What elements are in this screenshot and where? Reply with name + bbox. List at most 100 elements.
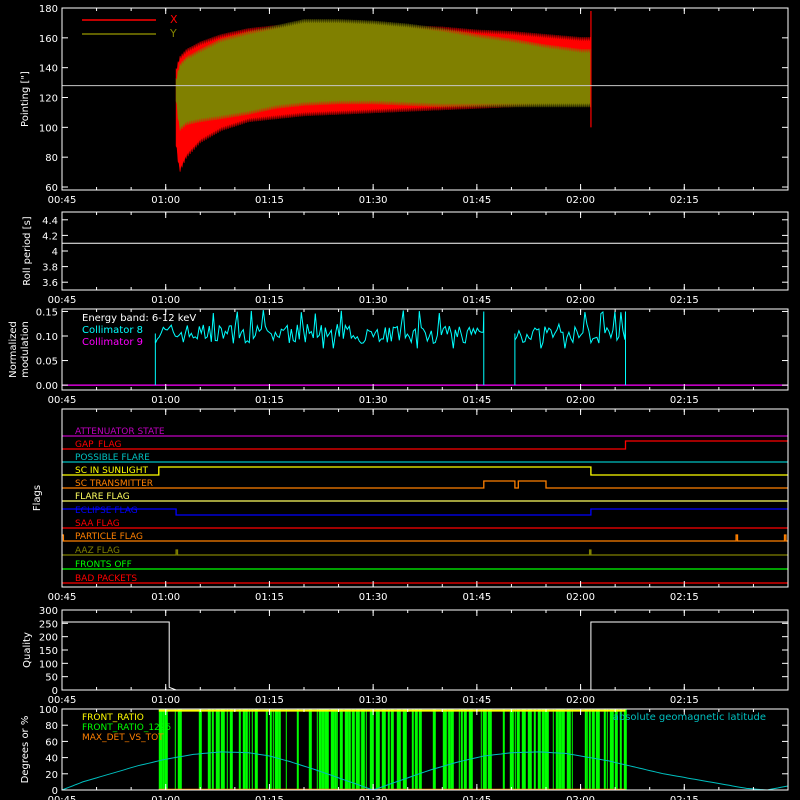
- y-tick-label: 20: [45, 770, 58, 781]
- front-ratio-1225-bar: [211, 709, 214, 790]
- y-tick-label: 3.6: [42, 278, 58, 289]
- y-tick-label: 80: [45, 721, 58, 732]
- x-tick-label: 02:00: [566, 295, 595, 306]
- y-axis-label: Degrees or %: [20, 716, 31, 784]
- front-ratio-1225-bar: [351, 709, 355, 790]
- x-tick-label: 01:30: [359, 695, 388, 706]
- x-tick-label: 01:15: [255, 395, 284, 406]
- x-tick-label: 01:45: [462, 795, 491, 800]
- front-ratio-1225-bar: [566, 709, 571, 790]
- flag-label: PARTICLE FLAG: [75, 532, 143, 542]
- front-ratio-1225-bar: [387, 709, 390, 790]
- y-tick-label: 80: [45, 153, 58, 164]
- y-tick-label: 300: [39, 606, 58, 617]
- flag-label: FLARE FLAG: [75, 492, 130, 502]
- x-tick-label: 01:30: [359, 592, 388, 603]
- x-tick-label: 01:00: [151, 592, 180, 603]
- front-ratio-1225-bar: [215, 709, 220, 790]
- front-ratio-1225-bar: [533, 709, 536, 790]
- front-ratio-1225-bar: [487, 709, 492, 790]
- x-tick-label: 01:45: [462, 295, 491, 306]
- front-ratio-1225-bar: [355, 709, 360, 790]
- front-ratio-1225-bar: [296, 709, 299, 790]
- y-axis-label: Flags: [32, 485, 43, 511]
- flag-label: GAP_FLAG: [75, 440, 121, 450]
- front-ratio-1225-bar: [460, 709, 463, 790]
- front-ratio-1225-bar: [502, 709, 505, 790]
- front-ratio-1225-bar: [509, 709, 514, 790]
- x-tick-label: 01:00: [151, 795, 180, 800]
- front-ratio-1225-bar: [251, 709, 253, 790]
- x-tick-label: 01:15: [255, 295, 284, 306]
- x-tick-label: 02:15: [670, 695, 699, 706]
- front-ratio-1225-bar: [463, 709, 467, 790]
- front-ratio-1225-bar: [265, 709, 268, 790]
- x-tick-label: 00:45: [48, 592, 77, 603]
- y-tick-label: 150: [39, 646, 58, 657]
- x-tick-label: 01:00: [151, 395, 180, 406]
- front-ratio-1225-bar: [571, 709, 573, 790]
- front-ratio-1225-bar: [278, 709, 281, 790]
- front-ratio-1225-bar: [375, 709, 380, 790]
- x-tick-label: 02:15: [670, 592, 699, 603]
- x-tick-label: 02:00: [566, 795, 595, 800]
- front-ratio-1225-bar: [544, 709, 549, 790]
- front-ratio-1225-bar: [516, 709, 520, 790]
- front-ratio-1225-bar: [555, 709, 559, 790]
- front-ratio-1225-bar: [591, 709, 595, 790]
- front-ratio-1225-bar: [527, 709, 532, 790]
- x-tick-label: 00:45: [48, 195, 77, 206]
- x-tick-label: 01:15: [255, 795, 284, 800]
- front-ratio-1225-bar: [603, 709, 606, 790]
- front-ratio-1225-bar: [164, 709, 168, 790]
- flag-label: POSSIBLE FLARE: [75, 453, 150, 463]
- legend-label-geomag: absolute geomagnetic latitude: [613, 712, 766, 723]
- x-tick-label: 00:45: [48, 295, 77, 306]
- x-tick-label: 02:00: [566, 395, 595, 406]
- x-tick-label: 02:00: [566, 695, 595, 706]
- y-tick-label: 140: [39, 64, 58, 75]
- y-tick-label: 60: [45, 183, 58, 194]
- front-ratio-1225-bar: [442, 709, 447, 790]
- front-ratio-1225-bar: [274, 709, 279, 790]
- front-ratio-1225-bar: [360, 709, 362, 790]
- x-tick-label: 01:30: [359, 395, 388, 406]
- y-tick-label: 4.4: [42, 216, 58, 227]
- front-ratio-1225-bar: [588, 709, 591, 790]
- y-tick-label: 40: [45, 754, 58, 765]
- front-ratio-1225-bar: [458, 709, 460, 790]
- legend-label-collimator9: Collimator 9: [82, 337, 143, 348]
- flag-label: SC TRANSMITTER: [75, 479, 153, 489]
- x-tick-label: 02:15: [670, 795, 699, 800]
- front-ratio-1225-bar: [177, 709, 182, 790]
- x-tick-label: 02:15: [670, 295, 699, 306]
- legend-label-max-det: MAX_DET_VS_TOT: [82, 733, 164, 743]
- front-ratio-1225-bar: [285, 709, 287, 790]
- front-ratio-1225-bar: [269, 709, 272, 790]
- y-tick-label: 4: [52, 247, 58, 258]
- y-tick-label: 0.00: [36, 381, 58, 392]
- front-ratio-1225-bar: [324, 709, 329, 790]
- front-ratio-1225-bar: [220, 709, 225, 790]
- front-ratio-1225-bar: [514, 709, 516, 790]
- y-tick-label: 250: [39, 619, 58, 630]
- front-ratio-1225-bar: [207, 709, 211, 790]
- x-tick-label: 01:00: [151, 695, 180, 706]
- x-tick-label: 02:00: [566, 592, 595, 603]
- flag-label: SAA FLAG: [75, 519, 120, 529]
- y-axis-label: modulation: [20, 321, 31, 378]
- y-axis-label: Quality: [22, 632, 33, 668]
- y-tick-label: 100: [39, 705, 58, 716]
- y-tick-label: 120: [39, 94, 58, 105]
- y-tick-label: 0.05: [36, 357, 58, 368]
- front-ratio-1225-bar: [411, 709, 414, 790]
- front-ratio-1225-bar: [402, 709, 407, 790]
- x-tick-label: 01:30: [359, 795, 388, 800]
- x-tick-label: 01:15: [255, 195, 284, 206]
- x-tick-label: 01:15: [255, 695, 284, 706]
- y-tick-label: 160: [39, 34, 58, 45]
- x-tick-label: 01:45: [462, 695, 491, 706]
- front-ratio-1225-bar: [369, 709, 374, 790]
- front-ratio-1225-bar: [318, 709, 322, 790]
- front-ratio-1225-bar: [365, 709, 367, 790]
